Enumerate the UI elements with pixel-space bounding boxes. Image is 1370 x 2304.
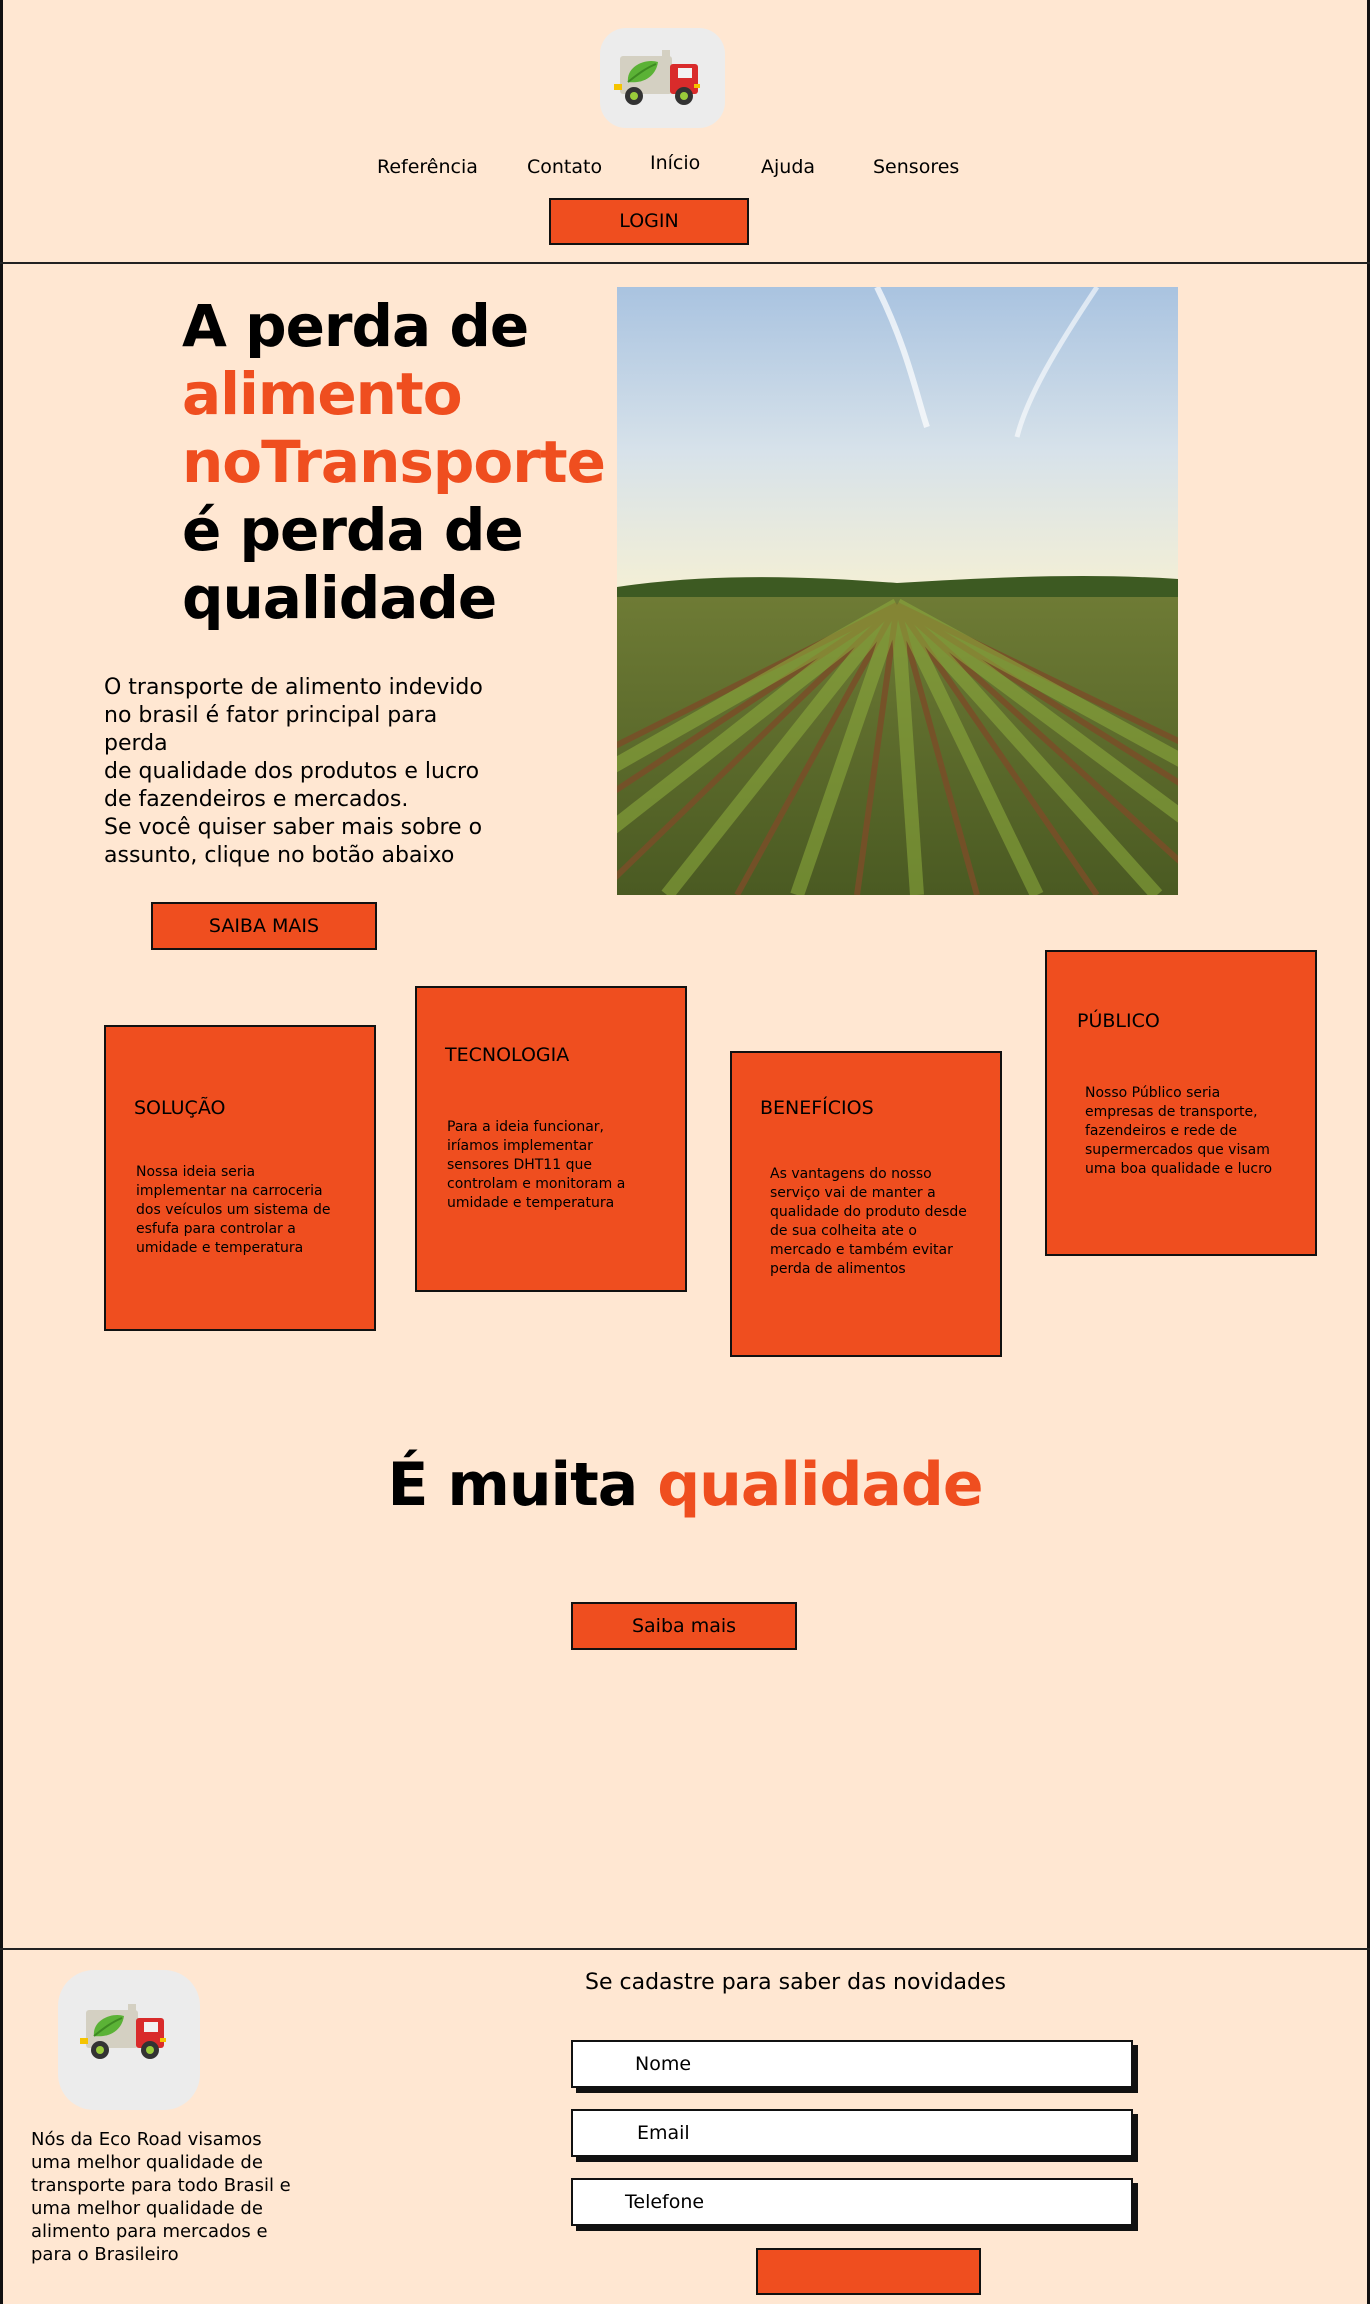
hero-title: A perda de alimento noTransporte é perda… xyxy=(182,292,606,632)
phone-field[interactable]: Telefone xyxy=(571,2178,1133,2226)
email-field[interactable]: Email xyxy=(571,2109,1133,2157)
card-description-line: iríamos implementar xyxy=(447,1138,593,1154)
saiba-mais-button[interactable]: SAIBA MAIS xyxy=(151,902,377,950)
card-description-line: fazendeiros e rede de xyxy=(1085,1123,1238,1139)
hero-title-line: é perda de xyxy=(182,496,524,564)
card-title: SOLUÇÃO xyxy=(134,1097,226,1119)
card-description-line: perda de alimentos xyxy=(770,1261,906,1277)
footer-description-line: Nós da Eco Road visamos xyxy=(31,2129,262,2150)
card-description-line: implementar na carroceria xyxy=(136,1183,323,1199)
card-beneficios: BENEFÍCIOS As vantagens do nosso serviço… xyxy=(730,1051,1002,1357)
card-description-line: de sua colheita ate o xyxy=(770,1223,917,1239)
quality-title-plain: É muita xyxy=(387,1450,638,1520)
card-title: PÚBLICO xyxy=(1077,1010,1160,1032)
eco-truck-icon xyxy=(80,2004,166,2059)
card-description-line: As vantagens do nosso xyxy=(770,1166,932,1182)
header-divider xyxy=(0,262,1370,264)
footer-description-line: transporte para todo Brasil e xyxy=(31,2175,291,2196)
nav-ajuda[interactable]: Ajuda xyxy=(761,156,815,178)
saiba-mais-secondary-button[interactable]: Saiba mais xyxy=(571,1602,797,1650)
card-description-line: controlam e monitoram a xyxy=(447,1176,626,1192)
card-description: Para a ideia funcionar, iríamos implemen… xyxy=(447,1118,657,1213)
eco-truck-icon xyxy=(614,50,700,105)
hero-title-line: A perda de xyxy=(182,292,529,360)
login-button[interactable]: LOGIN xyxy=(549,198,749,245)
card-description-line: Para a ideia funcionar, xyxy=(447,1119,605,1135)
card-description-line: mercado e também evitar xyxy=(770,1242,953,1258)
hero-title-line: qualidade xyxy=(182,564,497,632)
nav-sensores[interactable]: Sensores xyxy=(873,156,959,178)
quality-title: É muita qualidade xyxy=(0,1450,1370,1520)
footer-divider xyxy=(0,1948,1370,1950)
hero-description-line: no brasil é fator principal para perda xyxy=(104,703,438,756)
phone-field-label: Telefone xyxy=(625,2191,705,2213)
footer-description-line: alimento para mercados e xyxy=(31,2221,268,2242)
hero-title-line-accent: noTransporte xyxy=(182,428,606,496)
hero-description: O transporte de alimento indevido no bra… xyxy=(104,674,504,870)
crop-field-illustration xyxy=(617,287,1178,895)
footer-description-line: uma melhor qualidade de xyxy=(31,2198,263,2219)
footer-description-line: para o Brasileiro xyxy=(31,2244,179,2265)
email-field-label: Email xyxy=(637,2122,690,2144)
hero-description-line: de qualidade dos produtos e lucro xyxy=(104,759,480,784)
card-title: TECNOLOGIA xyxy=(445,1044,570,1066)
nav-referencia[interactable]: Referência xyxy=(377,156,478,178)
card-description: As vantagens do nosso serviço vai de man… xyxy=(770,1165,980,1279)
footer-description-line: uma melhor qualidade de xyxy=(31,2152,263,2173)
hero-description-line: Se você quiser saber mais sobre o xyxy=(104,815,483,840)
card-description-line: qualidade do produto desde xyxy=(770,1204,967,1220)
card-description: Nosso Público seria empresas de transpor… xyxy=(1085,1084,1295,1179)
hero-description-line: assunto, clique no botão abaixo xyxy=(104,843,455,868)
hero-title-line-accent: alimento xyxy=(182,360,463,428)
card-tecnologia: TECNOLOGIA Para a ideia funcionar, iríam… xyxy=(415,986,687,1292)
nav-contato[interactable]: Contato xyxy=(527,156,602,178)
card-description: Nossa ideia seria implementar na carroce… xyxy=(136,1163,346,1258)
nav-inicio[interactable]: Início xyxy=(650,152,700,174)
card-description-line: supermercados que visam xyxy=(1085,1142,1270,1158)
name-field[interactable]: Nome xyxy=(571,2040,1133,2088)
card-publico: PÚBLICO Nosso Público seria empresas de … xyxy=(1045,950,1317,1256)
card-description-line: serviço vai de manter a xyxy=(770,1185,936,1201)
card-description-line: umidade e temperatura xyxy=(136,1240,304,1256)
card-description-line: dos veículos um sistema de xyxy=(136,1202,331,1218)
eco-truck-logo-footer[interactable] xyxy=(58,1970,200,2110)
card-description-line: Nossa ideia seria xyxy=(136,1164,256,1180)
card-solucao: SOLUÇÃO Nossa ideia seria implementar na… xyxy=(104,1025,376,1331)
crop-field-photo xyxy=(617,287,1178,895)
hero-description-line: de fazendeiros e mercados. xyxy=(104,787,409,812)
card-title: BENEFÍCIOS xyxy=(760,1097,874,1119)
card-description-line: sensores DHT11 que xyxy=(447,1157,592,1173)
card-description-line: uma boa qualidade e lucro xyxy=(1085,1161,1273,1177)
signup-title: Se cadastre para saber das novidades xyxy=(585,1970,1006,1995)
name-field-label: Nome xyxy=(635,2053,692,2075)
card-description-line: esfufa para controlar a xyxy=(136,1221,296,1237)
card-description-line: empresas de transporte, xyxy=(1085,1104,1258,1120)
card-description-line: Nosso Público seria xyxy=(1085,1085,1221,1101)
footer-description: Nós da Eco Road visamos uma melhor quali… xyxy=(31,2128,301,2266)
card-description-line: umidade e temperatura xyxy=(447,1195,615,1211)
eco-truck-logo[interactable] xyxy=(600,28,725,128)
hero-description-line: O transporte de alimento indevido xyxy=(104,675,483,700)
quality-title-accent: qualidade xyxy=(657,1450,983,1520)
submit-button[interactable] xyxy=(756,2248,981,2295)
